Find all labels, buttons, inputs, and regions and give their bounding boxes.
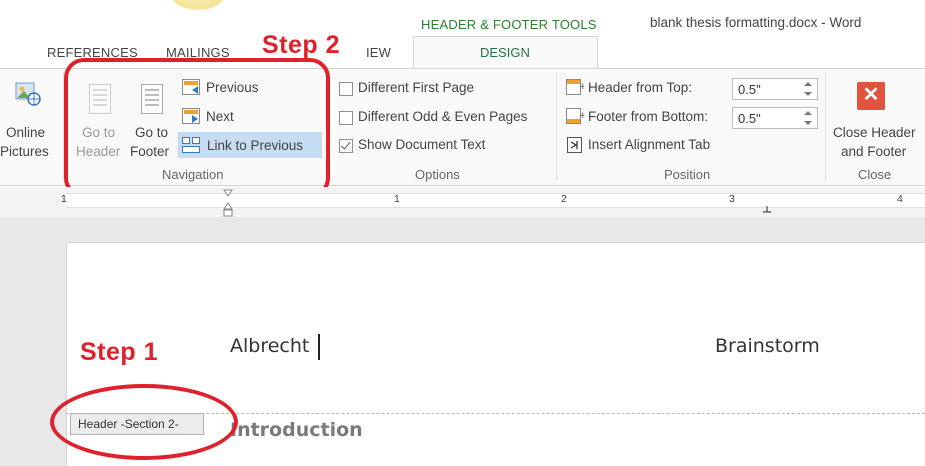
different-odd-even-label[interactable]: Different Odd & Even Pages [358,109,527,124]
online-pictures-label-1: Online [6,125,46,140]
different-first-page-checkbox[interactable] [339,82,353,96]
header-right-text[interactable]: Brainstorm [715,335,820,357]
tab-review[interactable]: IEW [366,45,391,60]
footer-from-bottom-value: 0.5" [738,111,761,126]
different-first-page-label[interactable]: Different First Page [358,80,474,95]
header-from-top-input[interactable]: 0.5" [732,78,818,100]
footer-from-bottom-icon: + [566,108,587,124]
online-pictures-button[interactable] [15,80,41,106]
footer-from-bottom-input[interactable]: 0.5" [732,107,818,129]
step-2-highlight [64,58,330,198]
header-left-text[interactable]: Albrecht [230,335,309,357]
ruler-number: 3 [729,193,735,205]
header-from-top-icon: + [566,79,587,95]
ruler-number: 2 [561,193,567,205]
ribbon-separator [556,72,557,180]
ribbon-separator [825,72,826,180]
options-group-label: Options [415,167,460,182]
close-group-label: Close [858,167,892,182]
header-from-top-label: Header from Top: [588,80,693,95]
position-group-label: Position [664,167,711,182]
show-document-text-label[interactable]: Show Document Text [358,137,485,152]
step-1-annotation: Step 1 [80,338,159,366]
step-1-highlight [50,384,238,460]
ruler-number: 4 [897,193,903,205]
svg-text:+: + [579,111,584,121]
insert-alignment-tab-button[interactable]: Insert Alignment Tab [588,137,710,152]
online-pictures-label-2: Pictures [0,144,49,159]
spinner-arrows-icon[interactable] [803,81,813,97]
online-pictures-icon [15,82,41,106]
contextual-tool-title: HEADER & FOOTER TOOLS [421,17,597,32]
tab-stop-icon[interactable] [762,200,772,213]
close-header-footer-label-1[interactable]: Close Header [833,125,916,140]
ruler-track [66,193,925,208]
ruler-number: 1 [61,193,67,205]
different-odd-even-checkbox[interactable] [339,111,353,125]
text-cursor [318,334,320,360]
footer-from-bottom-label: Footer from Bottom: [588,109,709,124]
header-from-top-value: 0.5" [738,82,761,97]
indent-marker-icon[interactable] [223,189,233,217]
body-heading[interactable]: Introduction [230,419,363,441]
document-title: blank thesis formatting.docx - Word [650,15,862,30]
ruler-number: 1 [394,193,400,205]
close-x-icon[interactable]: ✕ [857,82,885,110]
close-header-footer-label-2[interactable]: and Footer [841,144,906,159]
svg-text:+: + [579,82,584,92]
spinner-arrows-icon[interactable] [803,110,813,126]
tab-design-label: DESIGN [480,45,530,60]
step-2-annotation: Step 2 [262,31,341,59]
insert-alignment-tab-icon [567,137,583,153]
show-document-text-checkbox[interactable] [339,139,353,153]
